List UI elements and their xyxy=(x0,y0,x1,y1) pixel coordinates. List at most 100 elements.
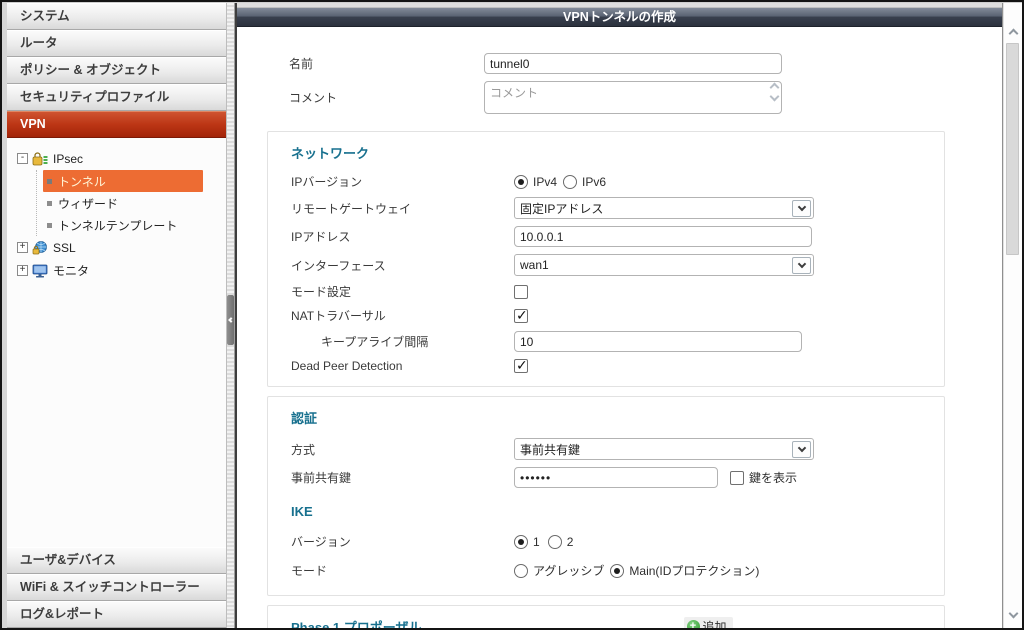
main-mode-label: Main(IDプロテクション) xyxy=(629,562,759,579)
form-content: 名前 コメント ネットワーク IPバージョン xyxy=(237,27,1002,628)
name-row: 名前 xyxy=(289,53,1002,74)
interface-label: インターフェース xyxy=(291,257,514,274)
aggressive-radio[interactable] xyxy=(514,564,528,578)
expand-icon[interactable]: + xyxy=(17,242,28,253)
ipsec-lock-icon xyxy=(32,152,48,166)
tree-item-wizard[interactable]: ウィザード xyxy=(43,192,226,214)
auth-heading: 認証 xyxy=(291,408,944,427)
method-select[interactable]: 事前共有鍵 xyxy=(514,438,814,460)
ip-version-label: IPバージョン xyxy=(291,173,514,190)
phase1-section: Phase 1 プロポーザル + 追加 暗号化 AES128 認証 xyxy=(267,605,945,628)
sidebar: システム ルータ ポリシー & オブジェクト セキュリティプロファイル VPN … xyxy=(2,3,226,628)
ike-version-label: バージョン xyxy=(291,533,514,550)
scroll-down-button[interactable] xyxy=(1004,606,1022,624)
ike-v1-radio[interactable] xyxy=(514,535,528,549)
ike-v1-label: 1 xyxy=(533,535,540,549)
sidebar-item-vpn[interactable]: VPN xyxy=(7,111,226,138)
bullet-icon xyxy=(47,179,52,184)
keepalive-label: キープアライブ間隔 xyxy=(321,333,514,350)
tree-label-monitor: モニタ xyxy=(53,262,89,279)
mode-config-row: モード設定 xyxy=(291,283,944,300)
dpd-row: Dead Peer Detection xyxy=(291,359,944,373)
sidebar-item-wifi-switch[interactable]: WiFi & スイッチコントローラー xyxy=(7,574,226,601)
comment-textarea[interactable] xyxy=(484,81,782,114)
add-proposal-label: 追加 xyxy=(703,618,727,628)
ike-v2-label: 2 xyxy=(567,535,574,549)
textarea-scroll-icons[interactable] xyxy=(771,84,778,100)
ip-address-input[interactable] xyxy=(514,226,812,247)
bullet-icon xyxy=(47,223,52,228)
bullet-icon xyxy=(47,201,52,206)
nat-traversal-checkbox[interactable] xyxy=(514,309,528,323)
ike-mode-row: モード アグレッシブ Main(IDプロテクション) xyxy=(291,562,944,579)
ipv6-label: IPv6 xyxy=(582,175,606,189)
ip-version-row: IPバージョン IPv4 IPv6 xyxy=(291,173,944,190)
phase1-heading: Phase 1 プロポーザル xyxy=(291,617,422,628)
chevron-up-icon xyxy=(1008,29,1018,39)
ipv6-radio[interactable] xyxy=(563,175,577,189)
vertical-scrollbar[interactable] xyxy=(1003,3,1022,628)
sidebar-item-system[interactable]: システム xyxy=(7,3,226,30)
ip-address-row: IPアドレス xyxy=(291,226,944,247)
ipv4-label: IPv4 xyxy=(533,175,557,189)
ike-v2-radio[interactable] xyxy=(548,535,562,549)
chevron-down-icon xyxy=(792,200,811,217)
interface-row: インターフェース wan1 xyxy=(291,254,944,276)
tree-node-monitor[interactable]: + モニタ xyxy=(17,259,226,282)
ike-version-row: バージョン 1 2 xyxy=(291,533,944,550)
scroll-up-button[interactable] xyxy=(1004,23,1022,41)
sidebar-item-router[interactable]: ルータ xyxy=(7,30,226,57)
remote-gateway-row: リモートゲートウェイ 固定IPアドレス xyxy=(291,197,944,219)
sidebar-item-policy-objects[interactable]: ポリシー & オブジェクト xyxy=(7,57,226,84)
psk-input[interactable] xyxy=(514,467,718,488)
remote-gateway-select[interactable]: 固定IPアドレス xyxy=(514,197,814,219)
sidebar-item-security-profiles[interactable]: セキュリティプロファイル xyxy=(7,84,226,111)
interface-select[interactable]: wan1 xyxy=(514,254,814,276)
sidebar-item-log-report[interactable]: ログ&レポート xyxy=(7,601,226,628)
add-proposal-button[interactable]: + 追加 xyxy=(684,617,733,628)
aggressive-label: アグレッシブ xyxy=(533,562,604,579)
vpn-tree: - IPsec トンネル ウィザード xyxy=(7,138,226,282)
tree-node-ipsec[interactable]: - IPsec xyxy=(17,147,226,170)
tree-label-ipsec: IPsec xyxy=(53,152,83,166)
tree-node-ssl[interactable]: + SSL xyxy=(17,236,226,259)
tree-label-tunnel: トンネル xyxy=(58,173,106,190)
dpd-label: Dead Peer Detection xyxy=(291,359,514,373)
remote-gateway-value: 固定IPアドレス xyxy=(520,200,792,217)
chevron-down-icon xyxy=(1008,609,1018,619)
psk-label: 事前共有鍵 xyxy=(291,469,514,486)
name-label: 名前 xyxy=(289,55,484,72)
main-mode-radio[interactable] xyxy=(610,564,624,578)
plus-circle-icon: + xyxy=(687,620,700,628)
ike-heading: IKE xyxy=(291,504,944,519)
ipsec-children: トンネル ウィザード トンネルテンプレート xyxy=(36,170,226,236)
monitor-icon xyxy=(32,264,48,278)
collapse-icon[interactable]: - xyxy=(17,153,28,164)
ike-mode-label: モード xyxy=(291,562,514,579)
tree-item-tunnel[interactable]: トンネル xyxy=(43,170,203,192)
name-input[interactable] xyxy=(484,53,782,74)
mode-config-checkbox[interactable] xyxy=(514,285,528,299)
dpd-checkbox[interactable] xyxy=(514,359,528,373)
phase1-header-row: Phase 1 プロポーザル + 追加 xyxy=(291,617,944,628)
app-window: システム ルータ ポリシー & オブジェクト セキュリティプロファイル VPN … xyxy=(2,2,1022,628)
psk-row: 事前共有鍵 鍵を表示 xyxy=(291,467,944,488)
show-key-label: 鍵を表示 xyxy=(749,469,797,486)
network-section: ネットワーク IPバージョン IPv4 IPv6 リモートゲートウェイ 固定IP… xyxy=(267,131,945,387)
nat-traversal-row: NATトラバーサル xyxy=(291,307,944,324)
auth-section: 認証 方式 事前共有鍵 事前共有鍵 鍵を表示 IKE xyxy=(267,396,945,596)
sidebar-item-user-device[interactable]: ユーザ&デバイス xyxy=(7,547,226,574)
remote-gateway-label: リモートゲートウェイ xyxy=(291,200,514,217)
sidebar-splitter[interactable] xyxy=(226,3,235,628)
nat-traversal-label: NATトラバーサル xyxy=(291,307,514,324)
ip-address-label: IPアドレス xyxy=(291,228,514,245)
sidebar-collapse-handle[interactable] xyxy=(227,295,234,345)
interface-value: wan1 xyxy=(520,258,792,272)
scrollbar-thumb[interactable] xyxy=(1006,43,1019,255)
show-key-checkbox[interactable] xyxy=(730,471,744,485)
keepalive-row: キープアライブ間隔 xyxy=(291,331,944,352)
expand-icon[interactable]: + xyxy=(17,265,28,276)
keepalive-input[interactable] xyxy=(514,331,802,352)
ipv4-radio[interactable] xyxy=(514,175,528,189)
tree-item-tunnel-template[interactable]: トンネルテンプレート xyxy=(43,214,226,236)
